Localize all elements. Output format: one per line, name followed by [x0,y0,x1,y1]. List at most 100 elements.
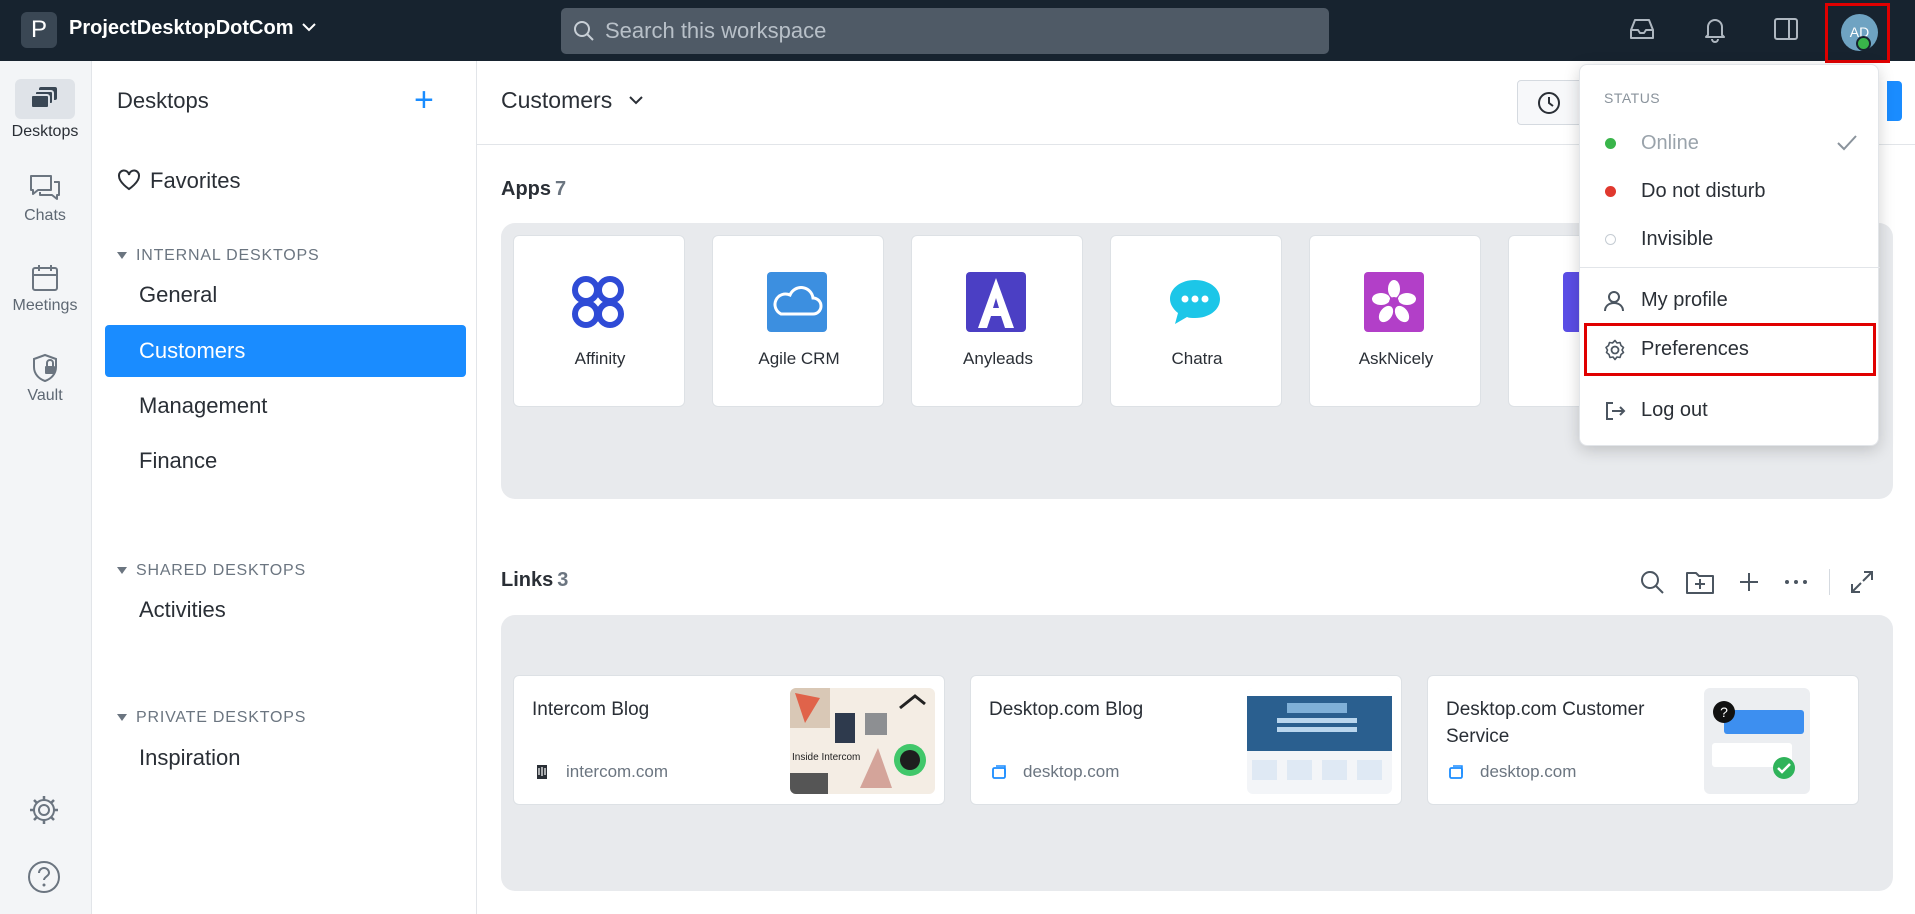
customer-service-image: ? [1712,701,1804,779]
links-panel: Intercom Blog intercom.com Inside Interc… [501,615,1893,891]
desktop-favicon-icon [992,765,1006,779]
desktop-title[interactable]: Customers [501,87,612,114]
rail-label-vault: Vault [27,387,63,404]
chevron-down-icon[interactable] [627,91,645,109]
link-thumbnail: ? [1704,688,1810,794]
app-tile-anyleads[interactable]: Anyleads [911,235,1083,407]
chat-icon [30,175,60,200]
search-input[interactable] [605,8,1305,54]
sidebar-item-finance[interactable]: Finance [105,435,466,487]
my-profile-item[interactable]: My profile [1580,278,1880,322]
group-internal-desktops[interactable]: INTERNAL DESKTOPS [117,247,319,265]
menu-divider [1580,267,1880,268]
panel-toggle-icon[interactable] [1771,14,1801,44]
app-name: Affinity [574,349,626,368]
help-icon[interactable] [27,860,61,894]
search-bar[interactable] [561,8,1329,54]
link-thumbnail: Inside Intercom [790,688,935,794]
primary-action-button[interactable] [1887,81,1902,121]
add-desktop-button[interactable]: + [414,83,434,117]
more-icon[interactable] [1781,567,1811,597]
link-title: Intercom Blog [532,699,650,720]
app-tile-affinity[interactable]: Affinity [513,235,685,407]
plus-icon[interactable] [1734,567,1764,597]
links-toolbar [1637,567,1915,599]
app-tile-asknicely[interactable]: AskNicely [1309,235,1481,407]
workspace-logo[interactable]: P [21,12,57,48]
favorites-label: Favorites [150,168,241,193]
invisible-dot-icon [1605,234,1616,245]
logout-icon [1606,402,1626,420]
inbox-icon[interactable] [1627,14,1657,44]
apps-count: 7 [555,178,567,200]
status-dnd-label: Do not disturb [1641,180,1766,202]
sidebar-item-inspiration[interactable]: Inspiration [105,732,466,784]
group-label: PRIVATE DESKTOPS [136,709,307,726]
app-name: Anyleads [963,349,1033,368]
chevron-down-icon[interactable] [300,18,318,36]
online-status-dot [1856,36,1871,51]
anyleads-logo-icon [966,272,1026,332]
search-icon [574,21,594,41]
rail-item-chats[interactable]: Chats [0,173,90,225]
link-title: Desktop.com Blog [989,699,1144,720]
status-invisible-label: Invisible [1641,228,1714,250]
thumb-caption: Inside Intercom [792,752,861,763]
app-name: AskNicely [1358,349,1434,368]
link-card-customer-service[interactable]: Desktop.com Customer Service desktop.com… [1427,675,1859,805]
sidebar-item-management[interactable]: Management [105,380,466,432]
apps-label: Apps [501,178,551,200]
dnd-dot-icon [1605,186,1616,197]
app-tile-agile-crm[interactable]: Agile CRM [712,235,884,407]
link-url: desktop.com [1480,762,1577,781]
link-card-desktop-blog[interactable]: Desktop.com Blog desktop.com [970,675,1402,805]
expand-icon[interactable] [1847,567,1877,597]
sidebar-title: Desktops [117,88,209,113]
rail-item-vault[interactable]: Vault [0,353,90,405]
links-count: 3 [557,569,569,591]
checkmark-icon [1837,135,1857,151]
add-folder-icon[interactable] [1684,567,1716,597]
workspace-name[interactable]: ProjectDesktopDotCom [69,17,293,40]
heart-icon [118,169,140,191]
app-tile-chatra[interactable]: Chatra [1110,235,1282,407]
avatar-highlight: AD [1825,3,1890,63]
collapse-triangle-icon [117,252,127,260]
group-shared-desktops[interactable]: SHARED DESKTOPS [117,562,306,580]
bell-icon[interactable] [1700,14,1730,44]
desktops-sidebar: Desktops + Favorites INTERNAL DESKTOPS G… [92,61,477,914]
collapse-triangle-icon [117,714,127,722]
status-dnd-item[interactable]: Do not disturb [1580,169,1880,213]
collapse-triangle-icon [117,567,127,575]
links-label: Links [501,569,554,591]
affinity-logo-icon [572,276,624,328]
toolbar-divider [1829,569,1830,595]
calendar-icon [32,265,58,291]
status-online-label: Online [1641,132,1699,154]
sidebar-item-customers[interactable]: Customers [105,325,466,377]
rail-label-desktops: Desktops [11,123,79,140]
top-bar: P ProjectDesktopDotCom AD [0,0,1915,63]
rail-item-desktops[interactable]: Desktops [0,79,90,141]
rail-label-chats: Chats [24,207,66,224]
group-private-desktops[interactable]: PRIVATE DESKTOPS [117,709,306,727]
my-profile-label: My profile [1641,289,1728,311]
sidebar-item-activities[interactable]: Activities [105,584,466,636]
favorites-item[interactable]: Favorites [117,168,240,194]
app-name: Agile CRM [758,349,840,368]
status-online-item[interactable]: Online [1580,121,1880,165]
rail-item-meetings[interactable]: Meetings [0,263,90,315]
status-invisible-item[interactable]: Invisible [1580,217,1880,261]
settings-gear-icon[interactable] [27,793,61,827]
desktop-blog-image [1247,688,1392,780]
user-icon [1604,291,1624,312]
sidebar-item-general[interactable]: General [105,269,466,321]
user-status-menu: STATUS Online Do not disturb Invisible M… [1579,64,1880,446]
shield-lock-icon [33,353,57,383]
rail-label-meetings: Meetings [12,297,78,314]
search-icon[interactable] [1637,567,1667,597]
logout-item[interactable]: Log out [1580,388,1880,432]
status-section-label: STATUS [1604,90,1661,106]
clock-icon [1538,92,1560,114]
link-card-intercom[interactable]: Intercom Blog intercom.com Inside Interc… [513,675,945,805]
